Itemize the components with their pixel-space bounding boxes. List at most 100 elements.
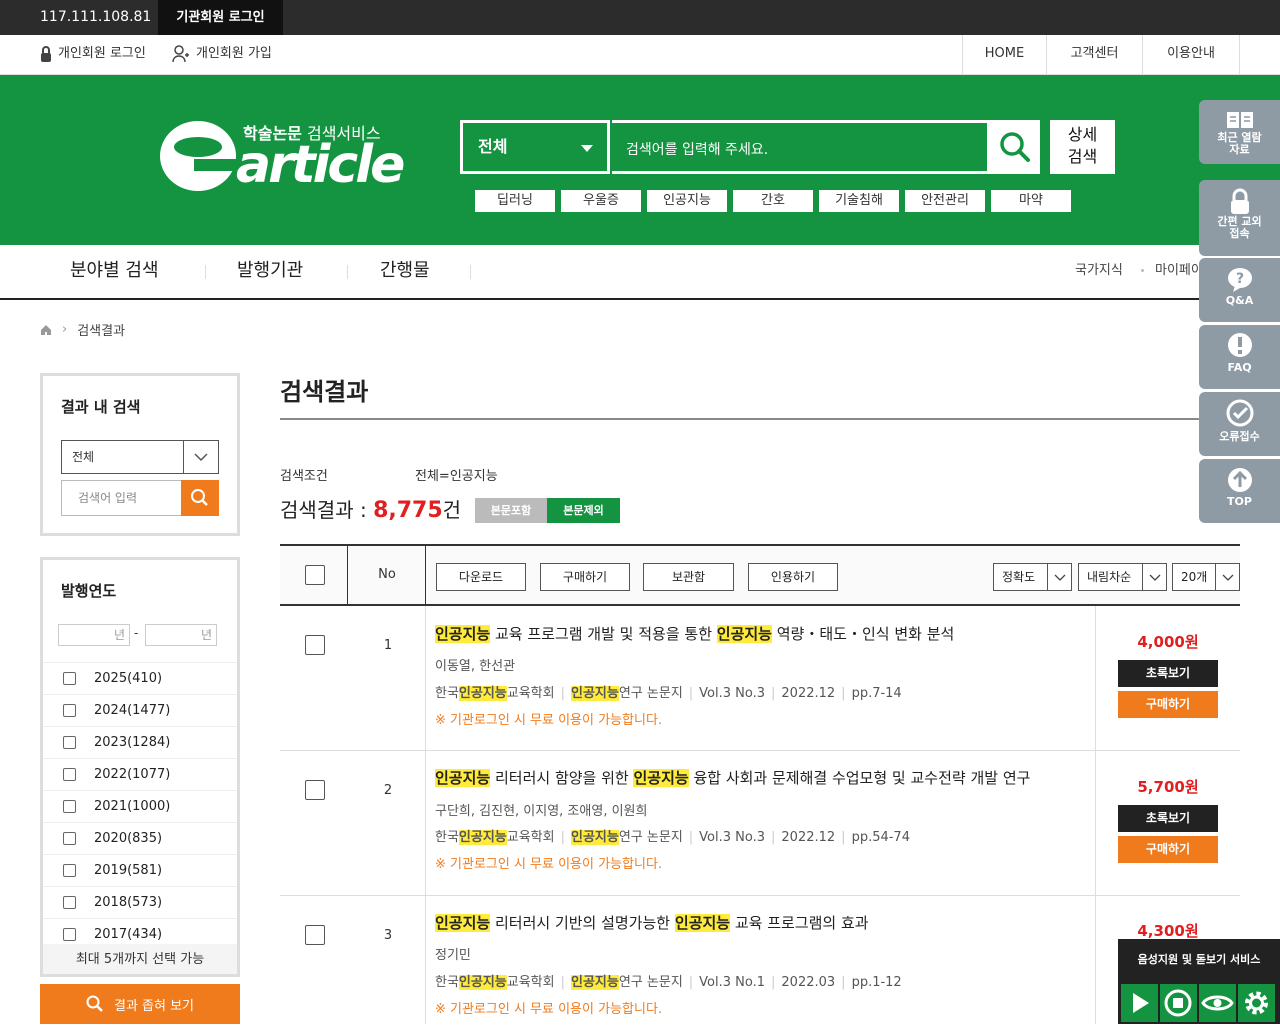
magnifier-button[interactable] (1199, 984, 1236, 1022)
accessibility-title: 음성지원 및 돋보기 서비스 (1137, 953, 1261, 966)
year-option[interactable]: 2020(835) (43, 822, 237, 854)
row-checkbox[interactable] (305, 635, 325, 655)
year-limit-note: 최대 5개까지 선택 가능 (43, 944, 237, 974)
nav-field-search[interactable]: 분야별 검색 (70, 245, 159, 297)
search-input[interactable]: 검색어를 입력해 주세요. (612, 120, 990, 174)
nav-national-knowledge[interactable]: 국가지식 (1075, 245, 1123, 297)
year-to-input[interactable]: 년 (145, 624, 217, 646)
table-row: 3 인공지능 리터러시 기반의 설명가능한 인공지능 교육 프로그램의 효과 정… (280, 896, 1240, 1024)
top-bar: 117.111.108.81 기관회원 로그인 (0, 0, 1280, 35)
quick-easy-access-button[interactable]: 간편 교외접속 (1199, 180, 1280, 256)
row-checkbox[interactable] (305, 780, 325, 800)
checkbox[interactable] (63, 896, 76, 909)
row-number: 1 (383, 638, 393, 653)
checkbox[interactable] (63, 736, 76, 749)
nav-journal[interactable]: 간행물 (380, 245, 430, 297)
abstract-button[interactable]: 초록보기 (1118, 660, 1218, 687)
question-bubble-icon: ? (1227, 268, 1252, 292)
add-user-icon (172, 45, 189, 63)
stop-button[interactable] (1160, 984, 1197, 1022)
institution-login-button[interactable]: 기관회원 로그인 (158, 0, 283, 35)
checkbox[interactable] (63, 800, 76, 813)
keyword-tag[interactable]: 안전관리 (905, 190, 985, 212)
quick-error-report-button[interactable]: 오류접수 (1199, 392, 1280, 456)
year-option[interactable]: 2018(573) (43, 886, 237, 918)
search-button[interactable] (990, 120, 1040, 174)
year-option[interactable]: 2019(581) (43, 854, 237, 886)
keyword-tag[interactable]: 인공지능 (647, 190, 727, 212)
result-title[interactable]: 인공지능 리터러시 기반의 설명가능한 인공지능 교육 프로그램의 효과 (435, 912, 869, 933)
main-nav: 분야별 검색 발행기관 간행물 국가지식 마이페이 (0, 245, 1280, 300)
check-circle-icon (1226, 399, 1253, 427)
advanced-search-button[interactable]: 상세 검색 (1050, 120, 1115, 174)
per-page-select[interactable]: 20개 (1172, 563, 1240, 591)
free-access-note: ※ 기관로그인 시 무료 이용이 가능합니다. (435, 857, 663, 872)
year-option[interactable]: 2024(1477) (43, 694, 237, 726)
buy-selected-button[interactable]: 구매하기 (540, 563, 630, 591)
logo[interactable]: article 학술논문 검색서비스 (160, 115, 405, 195)
refine-search-button[interactable] (181, 480, 219, 516)
checkbox[interactable] (63, 704, 76, 717)
chevron-down-icon (1142, 564, 1166, 590)
home-link[interactable]: HOME (962, 35, 1046, 74)
chevron-down-icon (1047, 564, 1071, 590)
result-title[interactable]: 인공지능 교육 프로그램 개발 및 적용을 통한 인공지능 역량・태도・인식 변… (435, 623, 954, 644)
result-authors: 정기민 (435, 948, 471, 963)
refine-search-input[interactable]: 검색어 입력 (61, 480, 183, 516)
quick-qa-button[interactable]: ? Q&A (1199, 258, 1280, 322)
checkbox[interactable] (63, 864, 76, 877)
personal-login-label: 개인회원 로그인 (58, 46, 146, 61)
quick-top-button[interactable]: TOP (1199, 459, 1280, 523)
checkbox[interactable] (63, 832, 76, 845)
quick-recent-button[interactable]: 최근 열람 자료 (1199, 100, 1280, 164)
sort-select[interactable]: 정확도 (993, 563, 1072, 591)
year-option[interactable]: 2023(1284) (43, 726, 237, 758)
home-icon[interactable] (40, 324, 52, 336)
keyword-tag[interactable]: 우울증 (561, 190, 641, 212)
exclude-fulltext-toggle[interactable]: 본문제외 (547, 498, 620, 523)
cite-button[interactable]: 인용하기 (748, 563, 838, 591)
play-button[interactable] (1121, 984, 1158, 1022)
abstract-button[interactable]: 초록보기 (1118, 805, 1218, 832)
result-count-number: 8,775 (373, 498, 443, 523)
order-select[interactable]: 내림차순 (1078, 563, 1167, 591)
nav-mypage[interactable]: 마이페이 (1155, 245, 1203, 297)
row-number: 3 (383, 928, 393, 943)
search-icon (86, 995, 103, 1012)
keyword-tag[interactable]: 간호 (733, 190, 813, 212)
keyword-tag[interactable]: 딥러닝 (475, 190, 555, 212)
nav-publisher[interactable]: 발행기관 (237, 245, 303, 297)
join-link[interactable]: 개인회원 가입 (172, 35, 272, 73)
save-button[interactable]: 보관함 (643, 563, 734, 591)
year-from-input[interactable]: 년 (58, 624, 130, 646)
checkbox[interactable] (63, 672, 76, 685)
personal-login-link[interactable]: 개인회원 로그인 (40, 35, 146, 73)
keyword-tag[interactable]: 마약 (991, 190, 1071, 212)
ip-address: 117.111.108.81 (40, 9, 152, 25)
result-meta: 한국인공지능교육학회 | 인공지능연구 논문지 | Vol.3 No.1 | 2022.03… (435, 975, 902, 990)
checkbox[interactable] (63, 768, 76, 781)
result-title[interactable]: 인공지능 리터러시 함양을 위한 인공지능 융합 사회과 문제해결 수업모형 및… (435, 767, 1030, 788)
row-checkbox[interactable] (305, 925, 325, 945)
refine-scope-select[interactable]: 전체 (61, 440, 219, 474)
buy-button[interactable]: 구매하기 (1118, 836, 1218, 863)
year-option[interactable]: 2021(1000) (43, 790, 237, 822)
settings-button[interactable] (1238, 984, 1275, 1022)
quick-faq-button[interactable]: FAQ (1199, 325, 1280, 389)
narrow-results-button[interactable]: 결과 좁혀 보기 (40, 984, 240, 1024)
year-option[interactable]: 2022(1077) (43, 758, 237, 790)
search-condition-value: 전체=인공지능 (415, 469, 498, 484)
include-fulltext-toggle[interactable]: 본문포함 (475, 498, 547, 523)
keyword-tag[interactable]: 기술침해 (819, 190, 899, 212)
download-button[interactable]: 다운로드 (436, 563, 526, 591)
year-option[interactable]: 2025(410) (43, 662, 237, 694)
svg-text:?: ? (1235, 271, 1243, 287)
guide-link[interactable]: 이용안내 (1142, 35, 1240, 74)
buy-button[interactable]: 구매하기 (1118, 691, 1218, 718)
customer-center-link[interactable]: 고객센터 (1046, 35, 1142, 74)
result-authors: 이동열, 한선관 (435, 659, 516, 674)
checkbox[interactable] (63, 928, 76, 941)
select-all-checkbox[interactable] (305, 565, 325, 585)
chevron-down-icon (581, 145, 593, 152)
search-scope-select[interactable]: 전체 (460, 120, 610, 174)
